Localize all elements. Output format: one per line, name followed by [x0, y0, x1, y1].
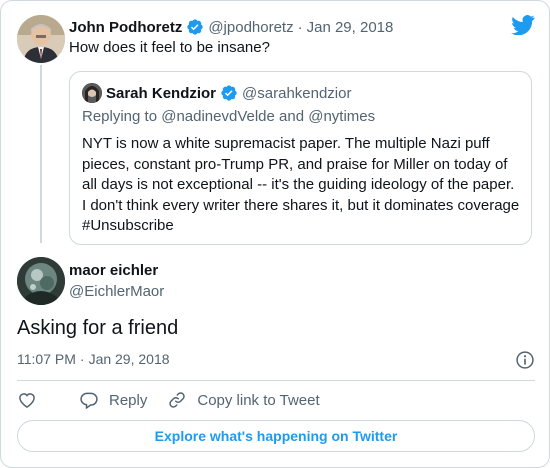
tweet-date[interactable]: Jan 29, 2018: [89, 351, 170, 367]
tweet-meta-row: 11:07 PM · Jan 29, 2018: [17, 349, 535, 371]
tweet-timestamp[interactable]: 11:07 PM · Jan 29, 2018: [17, 351, 170, 367]
quoted-tweet[interactable]: Sarah Kendzior @sarahkendzior Replying t…: [69, 71, 532, 245]
author-handle[interactable]: @EichlerMaor: [69, 283, 164, 300]
tweet-date[interactable]: Jan 29, 2018: [307, 19, 394, 36]
author-name[interactable]: Sarah Kendzior: [106, 85, 216, 102]
tweet-embed-card: John Podhoretz @jpodhoretz · Jan 29, 201…: [0, 0, 550, 468]
heart-icon: [19, 393, 35, 408]
link-icon: [169, 392, 186, 408]
avatar[interactable]: [17, 257, 65, 305]
separator-dot: ·: [79, 351, 85, 367]
info-icon[interactable]: [515, 350, 535, 370]
avatar[interactable]: [17, 15, 65, 63]
tweet-actions: Reply Copy link to Tweet: [17, 389, 340, 411]
author-name[interactable]: maor eichler: [69, 262, 158, 279]
avatar-image: [17, 257, 65, 305]
divider: [17, 380, 535, 381]
copy-link-label: Copy link to Tweet: [197, 391, 320, 409]
avatar[interactable]: [82, 83, 102, 103]
reply-button[interactable]: Reply: [79, 390, 147, 410]
avatar-image: [82, 83, 102, 103]
quoted-tweet-text: NYT is now a white supremacist paper. Th…: [82, 135, 520, 234]
tweet-time[interactable]: 11:07 PM: [17, 351, 76, 367]
reply-label: Reply: [109, 391, 148, 409]
tweet-text: How does it feel to be insane?: [69, 39, 270, 56]
main-tweet-author[interactable]: maor eichler @EichlerMaor: [17, 257, 537, 307]
quoted-tweet-header: Sarah Kendzior @sarahkendzior: [82, 82, 519, 104]
copy-link-button[interactable]: Copy link to Tweet: [167, 390, 320, 410]
verified-badge-icon: [187, 19, 204, 35]
author-handle[interactable]: @sarahkendzior: [242, 85, 351, 102]
twitter-bird-icon[interactable]: [511, 15, 535, 35]
author-name[interactable]: John Podhoretz: [69, 19, 182, 36]
like-button[interactable]: [17, 390, 59, 410]
author-handle[interactable]: @jpodhoretz: [208, 19, 293, 36]
separator-dot: ·: [297, 18, 303, 36]
explore-twitter-button[interactable]: Explore what's happening on Twitter: [17, 420, 535, 452]
avatar-image: [17, 15, 65, 63]
main-tweet-text: Asking for a friend: [17, 317, 179, 339]
replying-to-text: Replying to @nadinevdVelde and @nytimes: [82, 108, 376, 125]
reply-bubble-icon: [80, 392, 98, 410]
thread-connector-line: [40, 65, 42, 243]
parent-tweet-header: John Podhoretz @jpodhoretz · Jan 29, 201…: [69, 17, 393, 37]
verified-badge-icon: [221, 85, 237, 101]
